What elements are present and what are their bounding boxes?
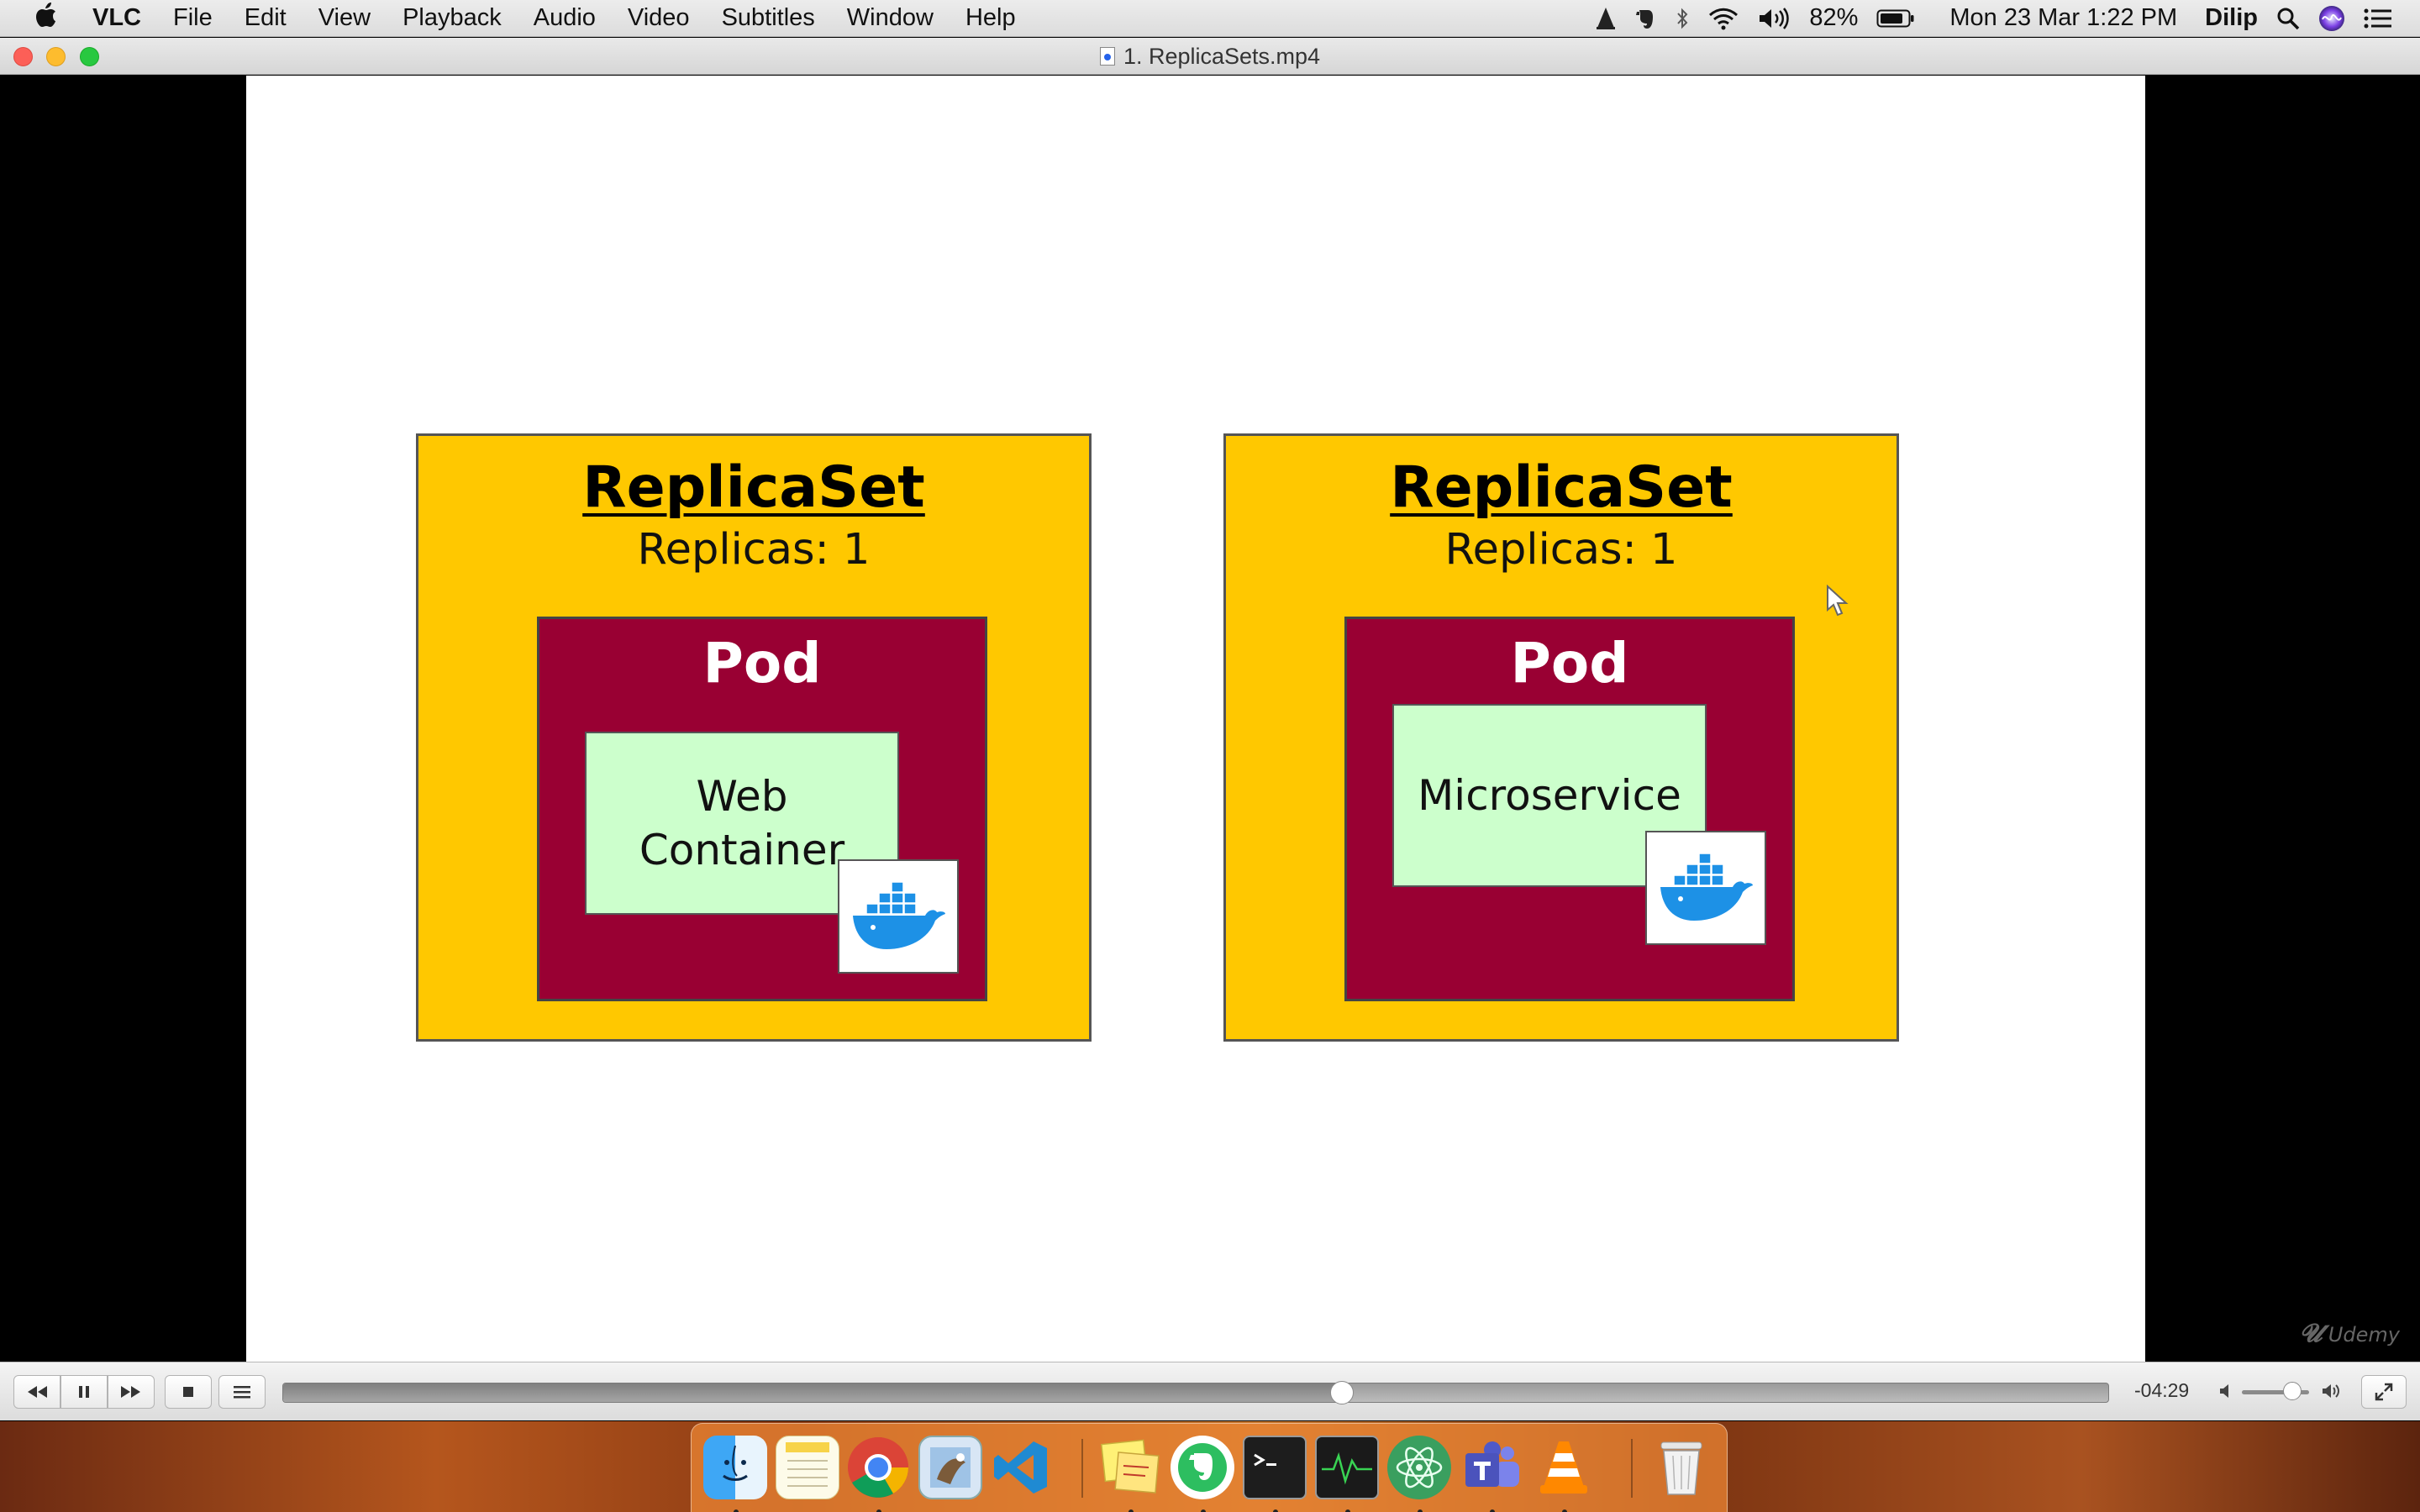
- replicaset-title: ReplicaSet: [582, 454, 925, 521]
- seek-bar-played: [283, 1383, 1342, 1402]
- menu-view[interactable]: View: [302, 4, 387, 32]
- spotlight-search-icon[interactable]: [2267, 0, 2309, 37]
- replicas-count: Replicas: 1: [1444, 525, 1678, 575]
- battery-icon[interactable]: [1867, 0, 1924, 37]
- atom-icon: [1387, 1436, 1451, 1499]
- menu-file[interactable]: File: [157, 4, 229, 32]
- menu-edit[interactable]: Edit: [229, 4, 302, 32]
- notes-icon: [776, 1436, 839, 1499]
- battery-percent[interactable]: 82%: [1800, 0, 1867, 37]
- vlc-icon: [1532, 1436, 1596, 1499]
- pod-label: Pod: [702, 631, 822, 696]
- volume-slider[interactable]: [2242, 1382, 2309, 1400]
- terminal-icon: [1243, 1436, 1307, 1499]
- notification-center-icon[interactable]: [2354, 0, 2402, 37]
- seek-bar[interactable]: [282, 1381, 2109, 1404]
- dock-item-chrome[interactable]: [846, 1436, 910, 1512]
- mouse-cursor-icon: [1827, 585, 1849, 617]
- udemy-logo-icon: 𝓤: [2299, 1319, 2323, 1348]
- dock-item-finder[interactable]: [703, 1436, 767, 1512]
- menu-bar: VLC File Edit View Playback Audio Video …: [0, 0, 2420, 37]
- evernote-icon: [1171, 1436, 1234, 1499]
- evernote-status-icon[interactable]: [1625, 0, 1665, 37]
- rewind-icon: [28, 1386, 47, 1398]
- pod-label: Pod: [1510, 631, 1629, 696]
- user-name[interactable]: Dilip: [2196, 0, 2267, 37]
- clock[interactable]: Mon 23 Mar 1:22 PM: [1924, 0, 2196, 37]
- replicaset-title: ReplicaSet: [1390, 454, 1733, 521]
- window-title-bar[interactable]: 1. ReplicaSets.mp4: [0, 38, 2420, 75]
- seek-bar-knob[interactable]: [1329, 1381, 1354, 1404]
- playback-controls: -04:29: [0, 1362, 2420, 1420]
- udemy-watermark: 𝓤 Udemy: [2299, 1319, 2400, 1348]
- docker-whale-icon: [838, 859, 959, 974]
- fullscreen-icon: [2375, 1383, 2393, 1401]
- pod-box: Pod Web Container: [537, 617, 987, 1001]
- dock-item-atom[interactable]: [1387, 1436, 1451, 1512]
- dock-item-teams[interactable]: [1460, 1436, 1523, 1512]
- menu-subtitles[interactable]: Subtitles: [706, 4, 831, 32]
- dock-item-notes[interactable]: [776, 1436, 839, 1499]
- dock: [691, 1423, 1728, 1512]
- dock-item-evernote[interactable]: [1171, 1436, 1234, 1512]
- fast-forward-button[interactable]: [108, 1375, 155, 1409]
- dock-item-trash[interactable]: [1649, 1436, 1713, 1499]
- preview-icon: [918, 1436, 982, 1499]
- rewind-button[interactable]: [13, 1375, 60, 1409]
- menu-audio[interactable]: Audio: [518, 4, 612, 32]
- stop-button[interactable]: [165, 1375, 212, 1409]
- fast-forward-icon: [121, 1386, 140, 1398]
- menu-app-vlc[interactable]: VLC: [92, 4, 157, 32]
- docker-whale-icon: [1645, 831, 1766, 945]
- stickies-icon: [1098, 1436, 1162, 1499]
- apple-menu-icon[interactable]: [0, 2, 92, 34]
- window-title-text: 1. ReplicaSets.mp4: [1123, 43, 1321, 69]
- menu-playback[interactable]: Playback: [387, 4, 518, 32]
- teams-icon: [1460, 1436, 1523, 1499]
- replicas-count: Replicas: 1: [637, 525, 871, 575]
- replicaset-box-left: ReplicaSet Replicas: 1 Pod Web Container: [416, 433, 1092, 1042]
- bluetooth-icon[interactable]: [1665, 0, 1699, 37]
- finder-icon: [703, 1436, 767, 1499]
- slide: ReplicaSet Replicas: 1 Pod Web Container: [246, 76, 2145, 1362]
- dock-item-activity-monitor[interactable]: [1315, 1436, 1379, 1512]
- dock-separator: [1081, 1439, 1083, 1498]
- chrome-icon: [846, 1436, 910, 1499]
- fullscreen-button[interactable]: [2361, 1375, 2407, 1409]
- siri-icon[interactable]: [2309, 0, 2354, 37]
- vlc-status-icon[interactable]: [1586, 0, 1625, 37]
- menu-window[interactable]: Window: [831, 4, 950, 32]
- document-icon: [1099, 47, 1115, 66]
- wifi-icon[interactable]: [1699, 0, 1748, 37]
- volume-slider-knob[interactable]: [2283, 1382, 2302, 1400]
- video-area[interactable]: ReplicaSet Replicas: 1 Pod Web Container: [0, 76, 2420, 1362]
- trash-icon: [1649, 1436, 1713, 1499]
- dock-item-vscode[interactable]: [989, 1436, 1053, 1499]
- volume-mute-icon[interactable]: [2218, 1382, 2235, 1400]
- vscode-icon: [989, 1436, 1053, 1499]
- dock-item-vlc[interactable]: [1532, 1436, 1596, 1512]
- activity-monitor-icon: [1315, 1436, 1379, 1499]
- status-area: 82% Mon 23 Mar 1:22 PM Dilip: [1586, 0, 2420, 37]
- window-title: 1. ReplicaSets.mp4: [0, 38, 2420, 75]
- menu-video[interactable]: Video: [612, 4, 706, 32]
- pause-icon: [79, 1386, 89, 1398]
- dock-item-terminal[interactable]: [1243, 1436, 1307, 1512]
- dock-separator: [1631, 1439, 1633, 1498]
- pause-button[interactable]: [60, 1375, 108, 1409]
- playlist-icon: [234, 1386, 250, 1399]
- dock-item-preview[interactable]: [918, 1436, 982, 1499]
- dock-item-stickies[interactable]: [1098, 1436, 1162, 1512]
- playlist-button[interactable]: [218, 1375, 266, 1409]
- menu-help[interactable]: Help: [950, 4, 1032, 32]
- replicaset-box-right: ReplicaSet Replicas: 1 Pod Microservice: [1223, 433, 1899, 1042]
- stop-icon: [183, 1387, 193, 1397]
- time-remaining[interactable]: -04:29: [2134, 1379, 2189, 1402]
- volume-max-icon[interactable]: [2321, 1382, 2343, 1400]
- volume-status-icon[interactable]: [1748, 0, 1800, 37]
- pod-box: Pod Microservice: [1344, 617, 1795, 1001]
